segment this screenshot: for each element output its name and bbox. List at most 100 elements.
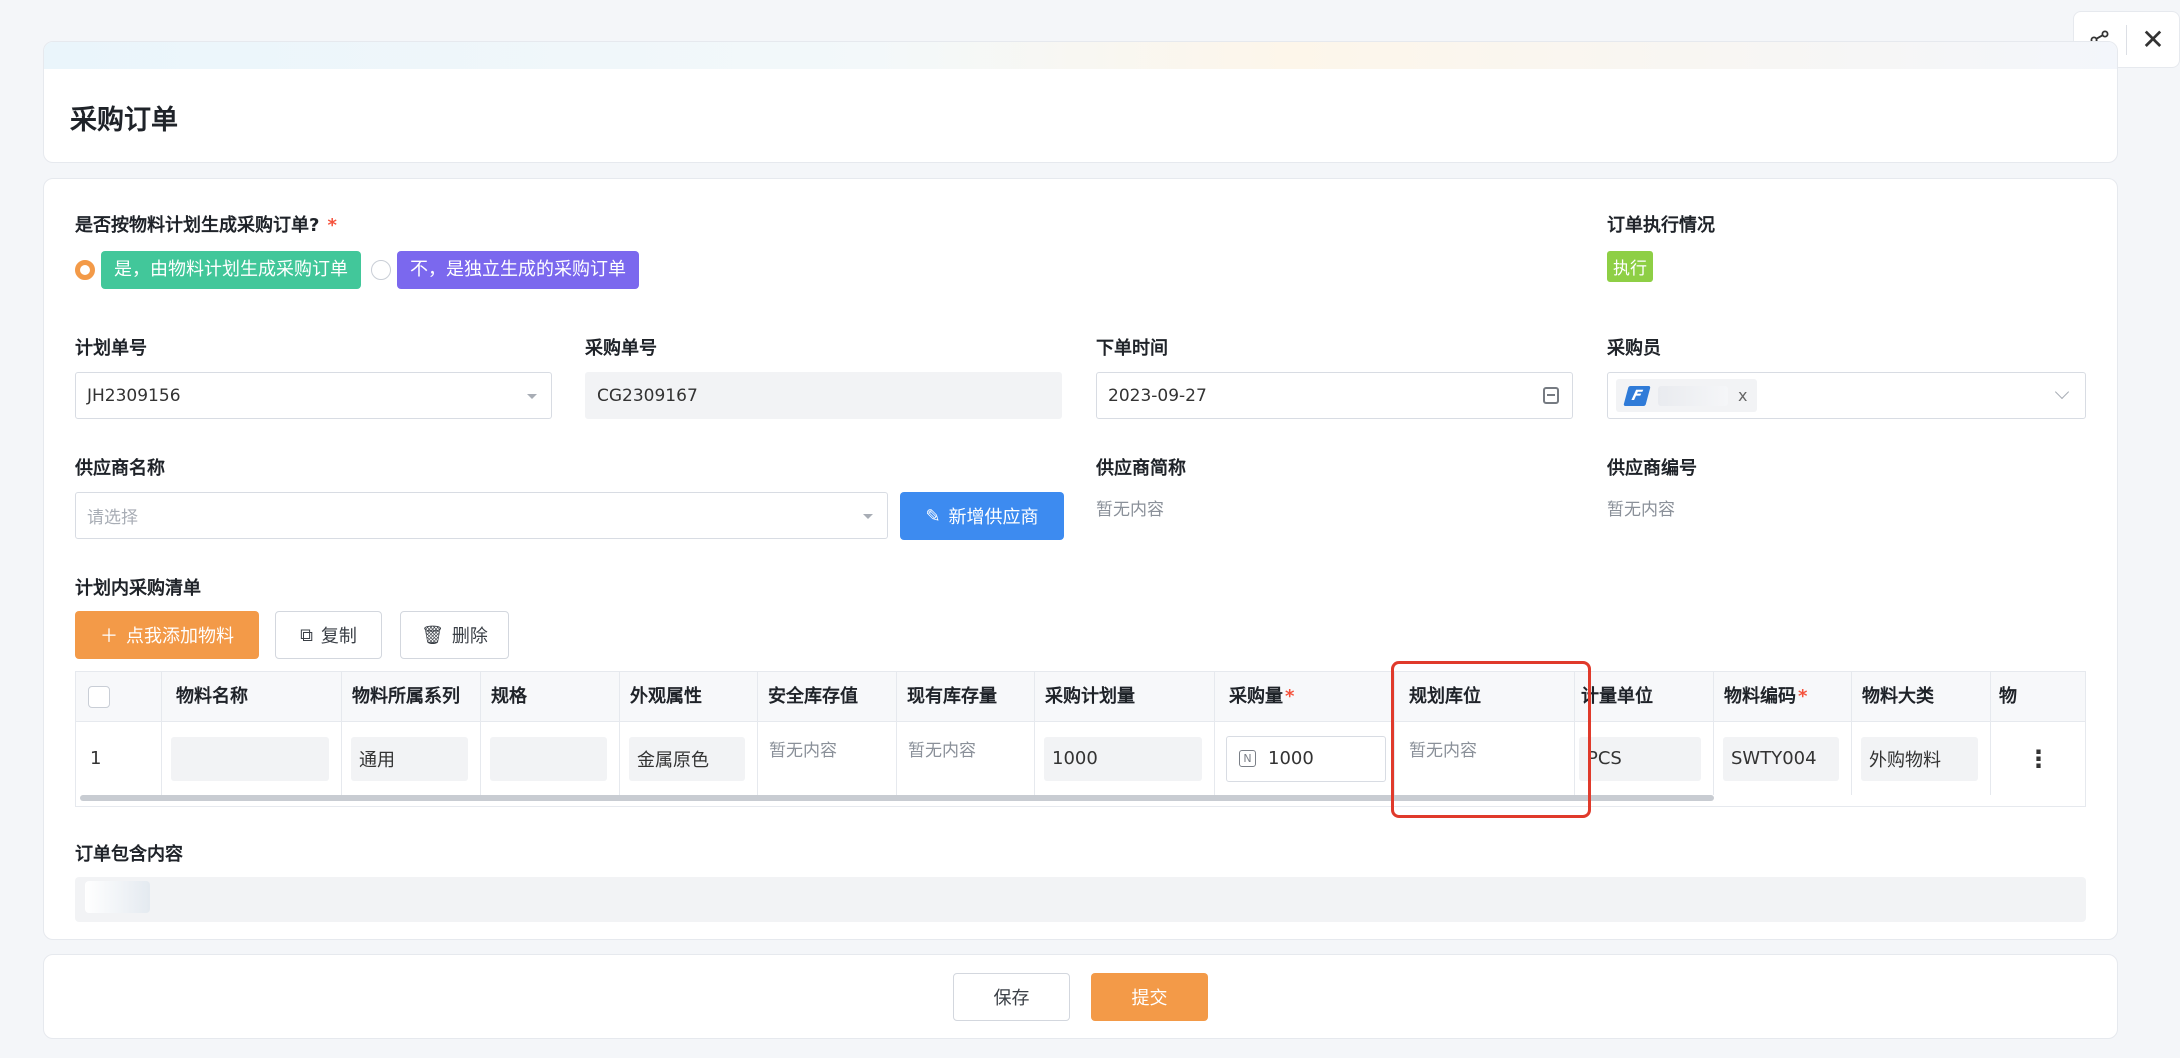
supplier-code-label: 供应商编号 [1607,458,1697,479]
trash-icon: 🗑 [421,624,444,646]
horizontal-scrollbar[interactable] [80,795,1714,801]
supplier-code-value: 暂无内容 [1607,500,1675,520]
cell-code: SWTY004 [1714,722,1852,795]
col-spec: 规格 [481,672,620,722]
cell-plan-qty: 1000 [1035,722,1215,795]
col-code-text: 物料编码 [1724,686,1796,707]
cell-current-stock: 暂无内容 [897,722,1035,795]
purchase-qty-input[interactable]: N 1000 [1226,735,1386,782]
submit-button[interactable]: 提交 [1091,973,1208,1021]
close-icon[interactable]: ✕ [2127,23,2179,56]
cell-actions: ⋮ [1991,722,2085,795]
buyer-remove-icon[interactable]: x [1738,386,1747,405]
caret-down-icon [863,513,873,519]
exec-status-badge: 执行 [1607,251,1653,282]
plus-icon: ＋ [100,626,118,647]
footer-card: 保存 提交 [43,954,2118,1039]
add-material-button-label: 点我添加物料 [126,626,234,647]
cell-spec [481,722,620,795]
col-location: 规划库位 [1395,672,1575,722]
purchase-qty-value: 1000 [1268,748,1314,769]
col-safety-stock: 安全库存值 [758,672,897,722]
col-name: 物料名称 [162,672,342,722]
cell-location: 暂无内容 [1395,722,1575,795]
delete-button-label: 删除 [451,626,488,647]
cell-name [162,722,342,795]
supplier-select[interactable]: 请选择 [75,492,888,539]
table-row: 1 通用 金属原色 暂无内容 暂无内容 1000 N 1000 暂无内容 PCS… [76,722,2085,795]
radio-no[interactable] [371,260,391,280]
form-card: 是否按物料计划生成采购订单? * 是，由物料计划生成采购订单 不，是独立生成的采购… [43,178,2118,940]
purchase-no-label: 采购单号 [585,338,657,359]
add-supplier-button[interactable]: ✎ 新增供应商 [900,492,1064,540]
more-icon[interactable]: ⋮ [2027,745,2051,773]
row-index: 1 [76,722,162,795]
add-supplier-button-label: 新增供应商 [948,507,1039,528]
col-purchase-qty-text: 采购量 [1229,686,1283,707]
caret-down-icon [527,393,537,399]
supplier-name-label: 供应商名称 [75,458,165,479]
material-table: 物料名称 物料所属系列 规格 外观属性 安全库存值 现有库存量 采购计划量 采购… [75,671,2086,807]
order-time-value: 2023-09-27 [1108,385,1207,406]
title-card: 采购订单 [43,41,2118,163]
buyer-name-redacted [1658,385,1728,406]
supplier-short-value: 暂无内容 [1096,500,1164,520]
radio-yes-label[interactable]: 是，由物料计划生成采购订单 [101,251,361,289]
cell-series: 通用 [342,722,481,795]
order-content-field [75,877,2086,922]
col-category: 物料大类 [1852,672,1991,722]
cell-appearance: 金属原色 [620,722,758,795]
current-stock-value: 暂无内容 [908,741,976,761]
col-appearance: 外观属性 [620,672,758,722]
order-content-label: 订单包含内容 [75,844,183,865]
required-mark: * [1798,686,1808,707]
col-current-stock: 现有库存量 [897,672,1035,722]
spec-redacted [490,736,607,781]
col-plan-qty: 采购计划量 [1035,672,1215,722]
select-all-cell [76,672,162,722]
copy-button-label: 复制 [320,626,357,647]
unit-value: PCS [1579,736,1701,781]
list-title: 计划内采购清单 [75,578,201,599]
buyer-select[interactable]: F x [1607,372,2086,419]
radio-no-label[interactable]: 不，是独立生成的采购订单 [397,251,639,289]
col-unit: 计量单位 [1575,672,1714,722]
add-material-button[interactable]: ＋ 点我添加物料 [75,611,259,659]
col-series: 物料所属系列 [342,672,481,722]
purchase-no-value: CG2309167 [597,385,698,406]
name-redacted [171,736,329,781]
calendar-icon[interactable] [1543,387,1559,404]
appearance-value: 金属原色 [629,736,745,781]
safety-stock-value: 暂无内容 [769,741,837,761]
plan-no-select[interactable]: JH2309156 [75,372,552,419]
save-button[interactable]: 保存 [953,973,1070,1021]
cell-unit: PCS [1575,722,1714,795]
col-purchase-qty: 采购量 * [1215,672,1395,722]
order-time-picker[interactable]: 2023-09-27 [1096,372,1573,419]
cell-purchase-qty: N 1000 [1215,722,1395,795]
header-gradient [44,42,2117,69]
cell-category: 外购物料 [1852,722,1991,795]
order-time-label: 下单时间 [1096,338,1168,359]
delete-button[interactable]: 🗑 删除 [400,611,509,659]
copy-icon: ⧉ [300,624,313,646]
code-value: SWTY004 [1723,736,1839,781]
select-all-checkbox[interactable] [88,686,110,708]
col-code: 物料编码 * [1714,672,1852,722]
radio-yes[interactable] [75,260,95,280]
supplier-short-label: 供应商简称 [1096,458,1186,479]
plan-no-label: 计划单号 [75,338,147,359]
series-value: 通用 [351,736,468,781]
source-radio-group: 是，由物料计划生成采购订单 不，是独立生成的采购订单 [75,251,639,289]
category-value: 外购物料 [1861,736,1978,781]
order-content-redacted [85,881,150,913]
purchase-no-field: CG2309167 [585,372,1062,419]
required-mark: * [327,215,337,236]
buyer-label: 采购员 [1607,338,1661,359]
question-label-text: 是否按物料计划生成采购订单? [75,215,320,236]
page-title: 采购订单 [70,105,178,136]
edit-icon: ✎ [925,505,941,527]
copy-button[interactable]: ⧉ 复制 [275,611,382,659]
required-mark: * [1285,686,1295,707]
exec-status-label: 订单执行情况 [1607,215,1715,236]
